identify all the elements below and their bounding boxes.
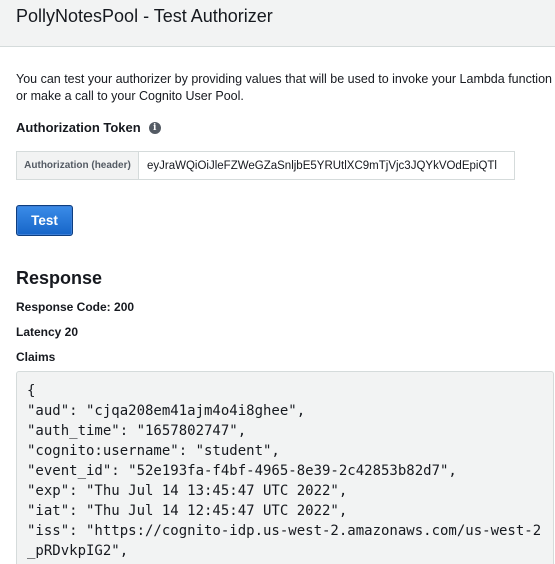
claims-line: "event_id": "52e193fa-f4bf-4965-8e39-2c4… [27, 463, 457, 479]
claims-line: "exp": "Thu Jul 14 13:45:47 UTC 2022", [27, 483, 348, 499]
claims-line: { [27, 383, 36, 399]
test-button[interactable]: Test [16, 205, 73, 236]
authorization-header-addon: Authorization (header) [17, 152, 139, 179]
authorization-token-label-text: Authorization Token [16, 120, 141, 135]
claims-line: "iat": "Thu Jul 14 12:45:47 UTC 2022", [27, 503, 348, 519]
authorization-token-field-group: Authorization (header) [16, 151, 515, 180]
page-title: PollyNotesPool - Test Authorizer [16, 6, 273, 26]
description-text: You can test your authorizer by providin… [16, 72, 552, 103]
claims-json-text: { "aud": "cjqa208em41ajm4o4i8ghee", "aut… [27, 381, 541, 561]
claims-output[interactable]: { "aud": "cjqa208em41ajm4o4i8ghee", "aut… [16, 371, 554, 564]
claims-line: "auth_time": "1657802747", [27, 423, 247, 439]
authorization-token-input[interactable] [139, 152, 514, 179]
response-heading: Response [16, 268, 103, 288]
claims-line: "aud": "cjqa208em41ajm4o4i8ghee", [27, 403, 306, 419]
latency: Latency 20 [16, 325, 79, 339]
authorization-token-label: Authorization Token i [16, 120, 161, 135]
response-code: Response Code: 200 [16, 300, 135, 314]
claims-line: "cognito:username": "student", [27, 443, 280, 459]
info-icon[interactable]: i [148, 121, 161, 134]
claims-line: _pRDvkpIG2", [27, 543, 129, 559]
claims-label: Claims [16, 350, 56, 364]
claims-line: "iss": "https://cognito-idp.us-west-2.am… [27, 523, 542, 539]
page-header: PollyNotesPool - Test Authorizer [0, 0, 555, 47]
